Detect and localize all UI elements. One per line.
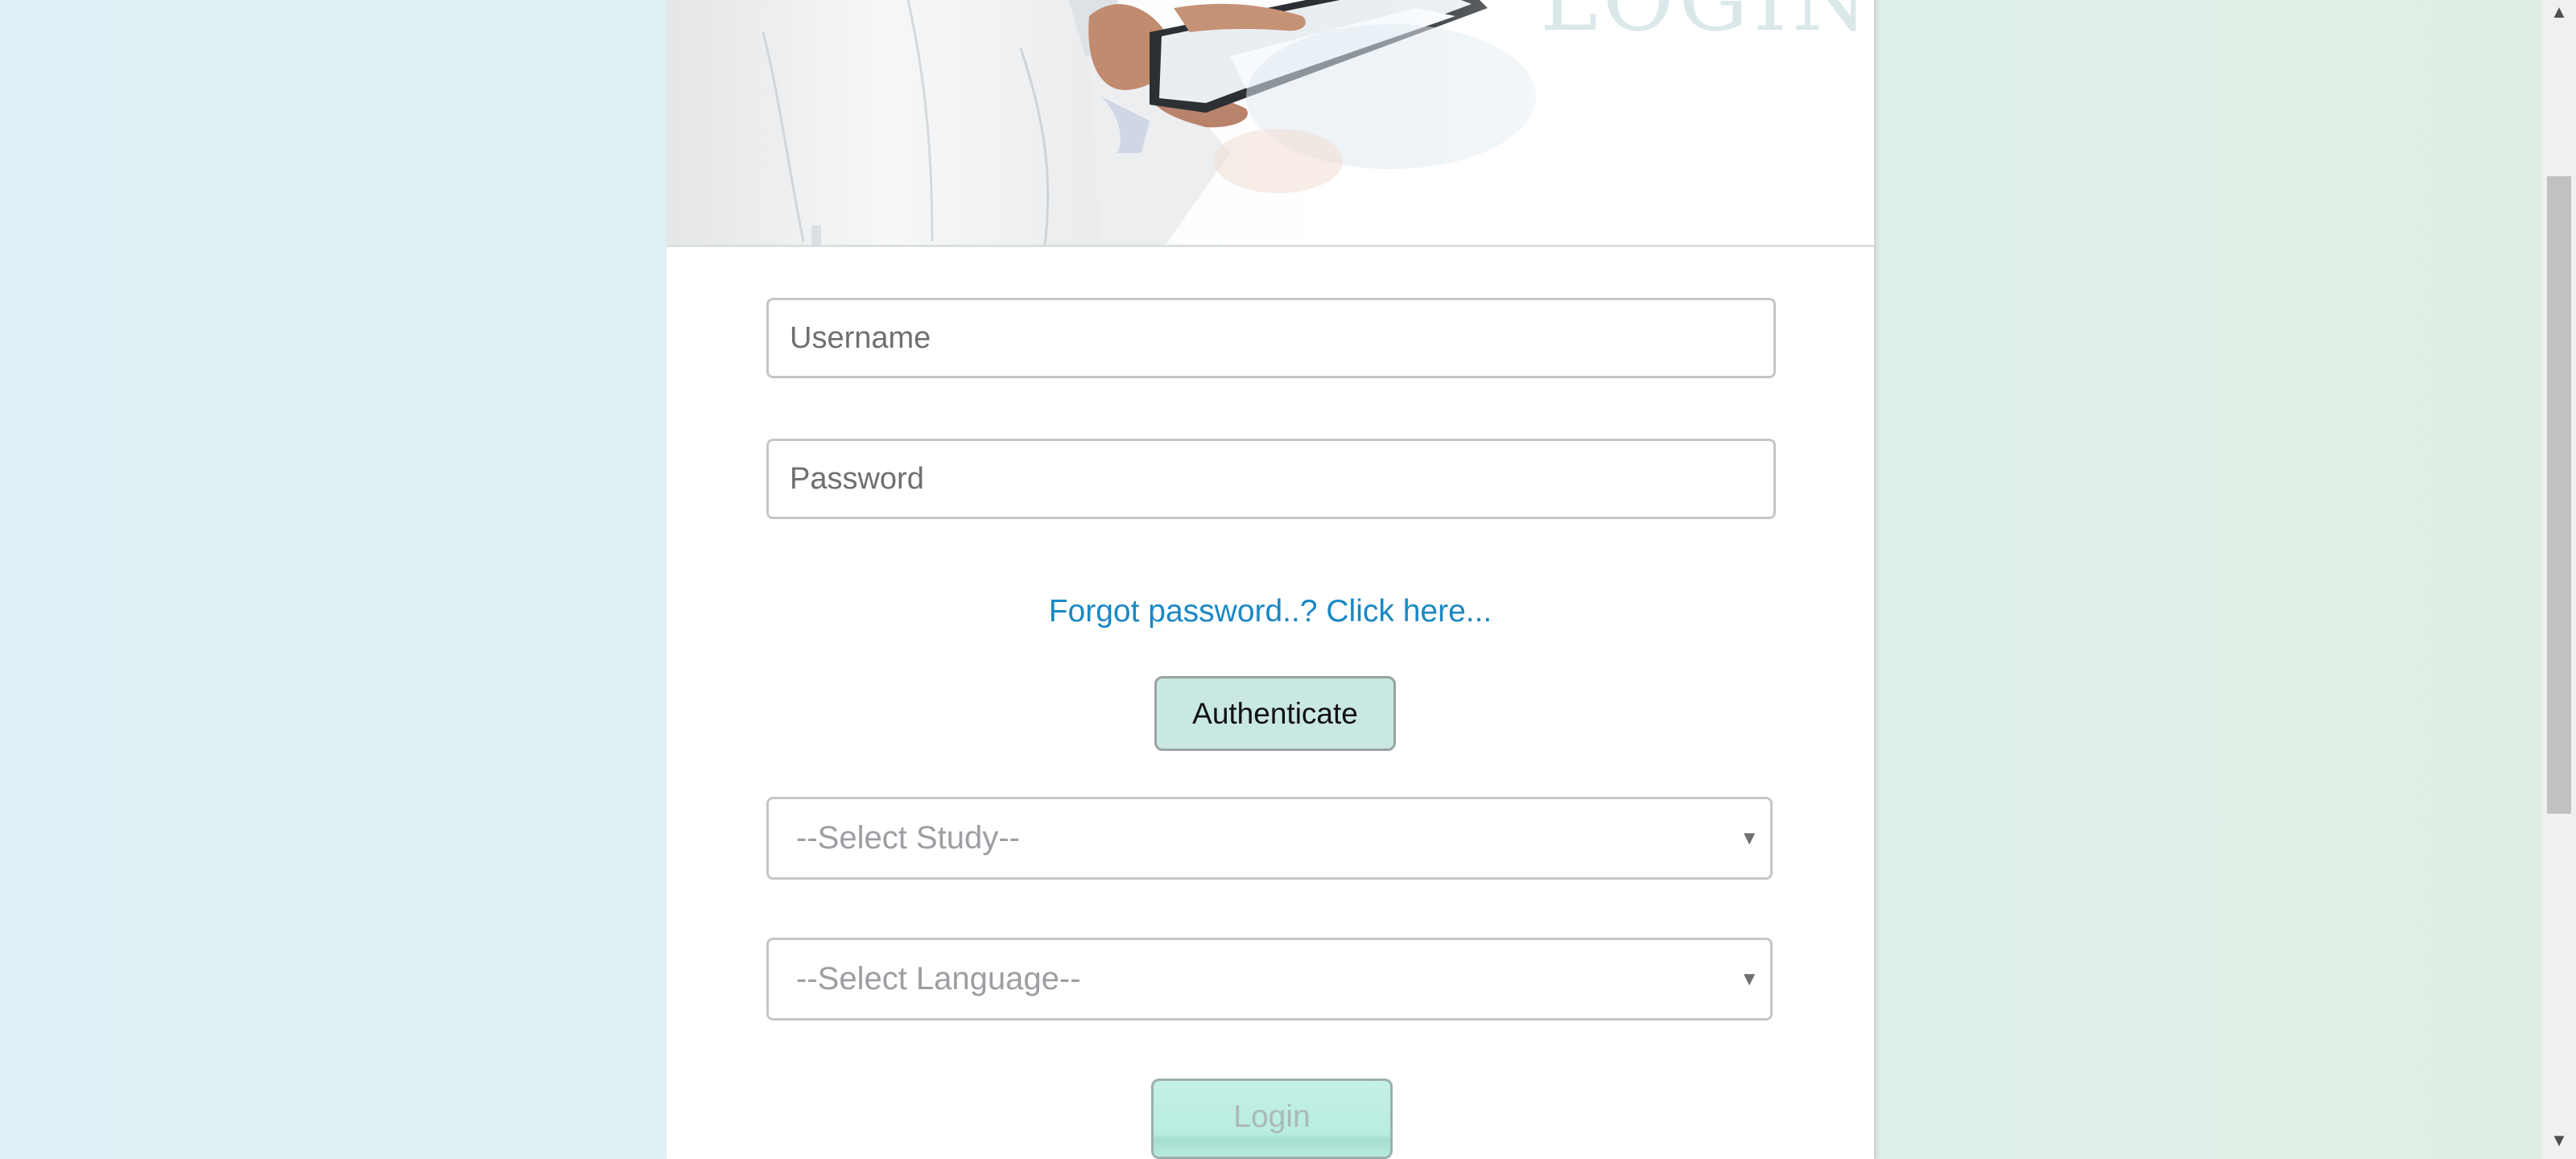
scroll-up-arrow-icon[interactable]: ▲ (2542, 2, 2576, 26)
study-select[interactable]: --Select Study-- ▼ (766, 797, 1773, 880)
login-button[interactable]: Login (1151, 1079, 1393, 1159)
language-select-value: --Select Language-- (796, 961, 1081, 996)
chevron-down-icon: ▼ (1740, 827, 1759, 849)
scroll-down-arrow-icon[interactable]: ▼ (2542, 1130, 2576, 1154)
vertical-scrollbar[interactable]: ▲ ▼ (2542, 0, 2576, 1159)
chevron-down-icon: ▼ (1740, 968, 1759, 990)
scrollbar-thumb[interactable] (2547, 176, 2571, 814)
forgot-password-link[interactable]: Forgot password..? Click here... (667, 594, 1874, 629)
authenticate-button[interactable]: Authenticate (1154, 676, 1396, 751)
language-select[interactable]: --Select Language-- ▼ (766, 938, 1773, 1021)
password-input[interactable] (766, 439, 1776, 519)
study-select-value: --Select Study-- (796, 820, 1020, 856)
header-banner-image: LOGIN (667, 0, 1874, 247)
username-input[interactable] (766, 298, 1776, 378)
banner-title-watermark: LOGIN (1540, 0, 1873, 51)
login-card: LOGIN Forgot password..? Click here... A… (667, 0, 1876, 1159)
